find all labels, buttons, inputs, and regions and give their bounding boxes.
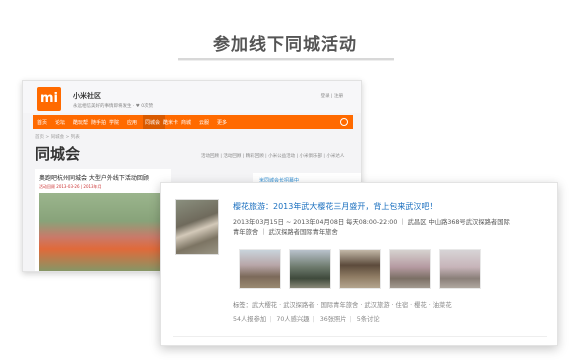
event-title[interactable]: 樱花旅游：2013年武大樱花三月盛开，背上包来武汉吧！ (233, 201, 437, 212)
nav-item[interactable]: 酷米卡 (163, 119, 178, 126)
nav-item[interactable]: 学院 (109, 119, 119, 126)
nav-item[interactable]: 酷玩帮 (73, 119, 88, 126)
mi-logo-icon[interactable]: mi (37, 87, 61, 111)
site-tagline: 永远相信美好的事情即将发生 · ♥ 0次赞 (73, 104, 154, 109)
search-icon[interactable] (340, 118, 348, 126)
stat-participants[interactable]: 54人报参加 (233, 316, 266, 323)
card-divider (173, 336, 547, 337)
nav-item[interactable]: 应用 (127, 119, 137, 126)
group-title: 同城会 (35, 145, 81, 163)
breadcrumb: 首页 > 同城会 > 列表 (35, 135, 80, 140)
login-links[interactable]: 登录 | 注册 (321, 93, 343, 99)
tags-list[interactable]: 武大樱花 · 武汉探路者 · 国际青年旅舍 · 武汉旅游 · 住宿 · 樱花 ·… (252, 302, 452, 309)
event-photo[interactable] (389, 249, 431, 289)
main-nav: 首页 论坛 酷玩帮 随手拍 学院 应用 同城会 酷米卡 商城 云服 更多 (33, 115, 353, 129)
stat-photos[interactable]: 36张照片 (320, 316, 347, 323)
group-links[interactable]: 活动回顾 | 活动回顾 | 精彩回顾 | 小米公益活动 | 小米俱乐部 | 小米… (201, 153, 344, 159)
nav-item[interactable]: 同城会 (145, 119, 160, 126)
stat-discussions[interactable]: 5条讨论 (357, 316, 380, 323)
nav-item[interactable]: 商城 (181, 119, 191, 126)
event-card: 樱花旅游：2013年武大樱花三月盛开，背上包来武汉吧！ 2013年03月15日 … (160, 182, 558, 346)
nav-item[interactable]: 随手拍 (91, 119, 106, 126)
promo-graphic: { "heading": "参加线下同城活动", "back": { "logo… (0, 0, 570, 360)
nav-item[interactable]: 论坛 (55, 119, 65, 126)
nav-item[interactable]: 首页 (37, 119, 47, 126)
event-tags: 标签：武大樱花 · 武汉探路者 · 国际青年旅舍 · 武汉旅游 · 住宿 · 樱… (233, 300, 452, 309)
event-venue: 青年旅舍 ｜ 武汉探路者国际青年旅舍 (233, 229, 338, 236)
event-time-location: 2013年03月15日 ~ 2013年04月08日 每天08:00-22:00 … (233, 219, 510, 226)
event-stats: 54人报参加 | 70人感兴趣 | 36张照片 | 5条讨论 (233, 316, 380, 323)
stat-interested[interactable]: 70人感兴趣 (276, 316, 309, 323)
event-thumbnail[interactable] (175, 199, 219, 255)
event-photo[interactable] (239, 249, 281, 289)
post-panel: 奥跑吧杭州同城会 大型户外线下活动回顾 活动回顾 2013-03-26 | 20… (35, 169, 171, 271)
heading-underline (178, 58, 394, 61)
page-heading: 参加线下同城活动 (213, 35, 357, 55)
tags-label: 标签： (233, 302, 252, 309)
nav-item[interactable]: 云服 (199, 119, 209, 126)
group-photo (39, 193, 171, 271)
event-photo[interactable] (289, 249, 331, 289)
event-photo[interactable] (439, 249, 481, 289)
post-meta: 活动回顾 2013-03-26 | 2013年月 (39, 184, 102, 189)
event-photo[interactable] (339, 249, 381, 289)
site-name: 小米社区 (73, 92, 101, 100)
nav-item[interactable]: 更多 (217, 119, 227, 126)
post-title[interactable]: 奥跑吧杭州同城会 大型户外线下活动回顾 (39, 173, 149, 182)
